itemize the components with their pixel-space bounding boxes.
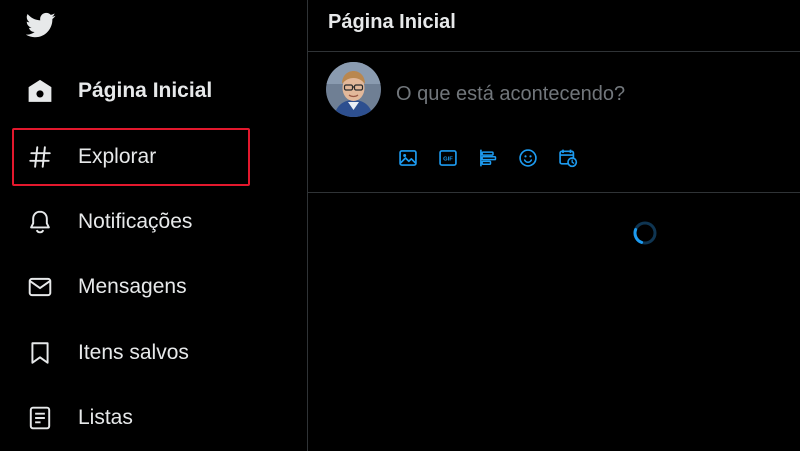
- image-icon[interactable]: [396, 146, 420, 170]
- page-title: Página Inicial: [328, 11, 456, 33]
- sidebar-item-explore[interactable]: Explorar: [12, 128, 250, 186]
- schedule-icon[interactable]: [556, 146, 580, 170]
- sidebar: Página Inicial Explorar Notificações Men…: [0, 0, 308, 451]
- composer-toolbar: GIF: [396, 146, 596, 170]
- sidebar-item-label: Explorar: [78, 145, 157, 168]
- sidebar-item-lists[interactable]: Listas: [14, 390, 248, 446]
- timeline-header: Página Inicial: [308, 0, 800, 52]
- hashtag-icon: [26, 143, 54, 171]
- avatar[interactable]: [326, 62, 381, 117]
- compose-input[interactable]: [396, 79, 776, 109]
- bell-icon: [26, 208, 54, 236]
- sidebar-item-label: Listas: [78, 406, 133, 429]
- main-timeline: Página Inicial O que está acontecendo? G…: [308, 0, 800, 451]
- twitter-app: Página Inicial Explorar Notificações Men…: [0, 0, 800, 451]
- loading-spinner-icon: [632, 220, 658, 246]
- sidebar-item-bookmarks[interactable]: Itens salvos: [14, 325, 248, 381]
- sidebar-item-home[interactable]: Página Inicial: [14, 63, 248, 119]
- gif-label: GIF: [443, 157, 453, 163]
- sidebar-item-label: Itens salvos: [78, 341, 189, 364]
- sidebar-item-label: Mensagens: [78, 275, 187, 298]
- gif-icon[interactable]: GIF: [436, 146, 460, 170]
- twitter-bird-icon[interactable]: [25, 10, 56, 40]
- tweet-composer: GIF: [308, 52, 800, 193]
- poll-icon[interactable]: [476, 146, 500, 170]
- home-icon: [26, 77, 54, 105]
- sidebar-item-label: Notificações: [78, 210, 193, 233]
- list-icon: [26, 404, 54, 432]
- bookmark-icon: [26, 339, 54, 367]
- mail-icon: [26, 273, 54, 301]
- sidebar-item-label: Página Inicial: [78, 79, 213, 102]
- emoji-icon[interactable]: [516, 146, 540, 170]
- sidebar-item-messages[interactable]: Mensagens: [14, 259, 248, 315]
- sidebar-item-notifications[interactable]: Notificações: [14, 194, 248, 250]
